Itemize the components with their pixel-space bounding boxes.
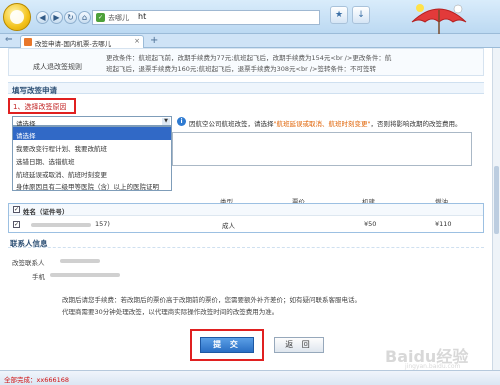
tab-title: 改签申请-国内机票-去哪儿 — [35, 40, 112, 48]
baidu-watermark: Baidu经验 jingyan.baidu.com — [385, 335, 495, 375]
reason-dropdown-list: 请选择 我要改变行程计划、我要改航班 选错日期、选错航班 航班延误或取消、航班时… — [12, 126, 172, 191]
tab-bar: ⇐ 改签申请-国内机票-去哪儿 × + — [0, 34, 500, 48]
download-icon[interactable]: ↓ — [352, 6, 370, 24]
passenger-table: ✓ 姓名（证件号） ✓ 157) 成人 ¥50 ¥110 — [8, 203, 484, 233]
reason-detail-textarea[interactable] — [172, 132, 472, 166]
page-content: 成人退改签规则 更改条件：航班起飞前，改期手续费为77元;航班起飞后，改期手续费… — [0, 48, 492, 370]
reason-option[interactable]: 身体原因且有二级甲等医院（含）以上的医院证明 — [13, 179, 171, 190]
redacted-phone — [50, 273, 120, 277]
address-url: ht — [138, 12, 147, 21]
passenger-checkbox[interactable]: ✓ — [13, 221, 20, 228]
back-button[interactable]: 返 回 — [274, 337, 324, 353]
home-icon[interactable]: ⌂ — [78, 11, 91, 24]
reason-option[interactable]: 我要改变行程计划、我要改航班 — [13, 140, 171, 153]
redacted-contact-name — [60, 259, 100, 263]
reason-select[interactable]: 请选择 ▼ — [12, 116, 172, 128]
watermark-sub: jingyan.baidu.com — [405, 363, 461, 370]
step-reason-label: 1、选择改签原因 — [8, 98, 76, 114]
vertical-scrollbar[interactable] — [492, 48, 500, 370]
contact-section-title: 联系人信息 — [8, 236, 484, 248]
rules-line-2: 班起飞后，退票手续费为160元;航班起飞后，退票手续费为308元<br />签转… — [106, 65, 376, 73]
favicon-icon — [24, 38, 32, 46]
passenger-name-header: 姓名（证件号） — [23, 208, 69, 216]
rules-label: 成人退改签规则 — [33, 63, 82, 71]
new-tab-icon[interactable]: + — [150, 35, 158, 46]
info-text-after: ，否则将影响改期的改签费用。 — [370, 120, 462, 128]
passenger-header-row: ✓ 姓名（证件号） — [9, 204, 483, 216]
redacted-name — [31, 223, 91, 227]
contact-phone-label: 手机 — [32, 273, 45, 281]
passenger-tax: ¥50 — [364, 220, 377, 228]
address-bar[interactable]: ✓ 去哪儿 ht — [92, 10, 320, 25]
tab-close-icon[interactable]: × — [134, 37, 140, 45]
chevron-down-icon[interactable]: ▼ — [162, 118, 170, 125]
select-all-checkbox[interactable]: ✓ — [13, 206, 20, 213]
refresh-icon[interactable]: ↻ — [64, 11, 77, 24]
info-message: 因航空公司航班改签，请选择"航班延误或取消、航班时刻变更"，否则将影响改期的改签… — [189, 118, 461, 128]
form-section-title: 填写改签申请 — [8, 82, 484, 95]
submit-highlight-box: 提 交 — [190, 329, 264, 361]
notice-line-2: 代理商需要30分钟处理改签，以代理商实际操作改签时间的改签费用为准。 — [62, 308, 279, 316]
address-site-name: 去哪儿 — [108, 14, 129, 22]
tab-back-icon[interactable]: ⇐ — [5, 35, 13, 45]
site-security-icon: ✓ — [96, 13, 105, 22]
back-nav-icon[interactable]: ◀ — [36, 11, 49, 24]
rules-line-1: 更改条件：航班起飞前，改期手续费为77元;航班起飞后，改期手续费为154元<br… — [106, 54, 392, 62]
refund-rules-table: 成人退改签规则 更改条件：航班起飞前，改期手续费为77元;航班起飞后，改期手续费… — [8, 48, 484, 76]
reason-option[interactable]: 航班延误或取消、航班时刻变更 — [13, 166, 171, 179]
reason-option[interactable]: 选错日期、选错航班 — [13, 153, 171, 166]
passenger-id: 157) — [95, 220, 110, 228]
info-icon: i — [177, 117, 186, 126]
notice-line-1: 改期后请您手续费：若改期后的票价高于改期前的票价，您需要额外补齐差价；如有疑问联… — [62, 296, 361, 304]
browser-logo[interactable] — [3, 3, 31, 31]
info-text-highlight: "航班延误或取消、航班时刻变更" — [273, 120, 371, 128]
scrollbar-thumb[interactable] — [494, 166, 499, 234]
passenger-type: 成人 — [222, 222, 235, 230]
submit-button[interactable]: 提 交 — [200, 337, 254, 353]
passenger-fuel: ¥110 — [435, 220, 452, 228]
status-bar: 全部完成：xx666168 — [0, 370, 500, 385]
status-text: 全部完成：xx666168 — [4, 376, 70, 384]
info-text-before: 因航空公司航班改签，请选择 — [189, 120, 274, 128]
reason-option[interactable]: 请选择 — [13, 127, 171, 140]
browser-toolbar: ◀ ▶ ↻ ⌂ ✓ 去哪儿 ht ★ ↓ — [0, 0, 500, 45]
tab-change-request[interactable]: 改签申请-国内机票-去哪儿 × — [20, 35, 144, 48]
contact-name-label: 改签联系人 — [12, 259, 45, 267]
star-icon[interactable]: ★ — [330, 6, 348, 24]
forward-nav-icon[interactable]: ▶ — [50, 11, 63, 24]
